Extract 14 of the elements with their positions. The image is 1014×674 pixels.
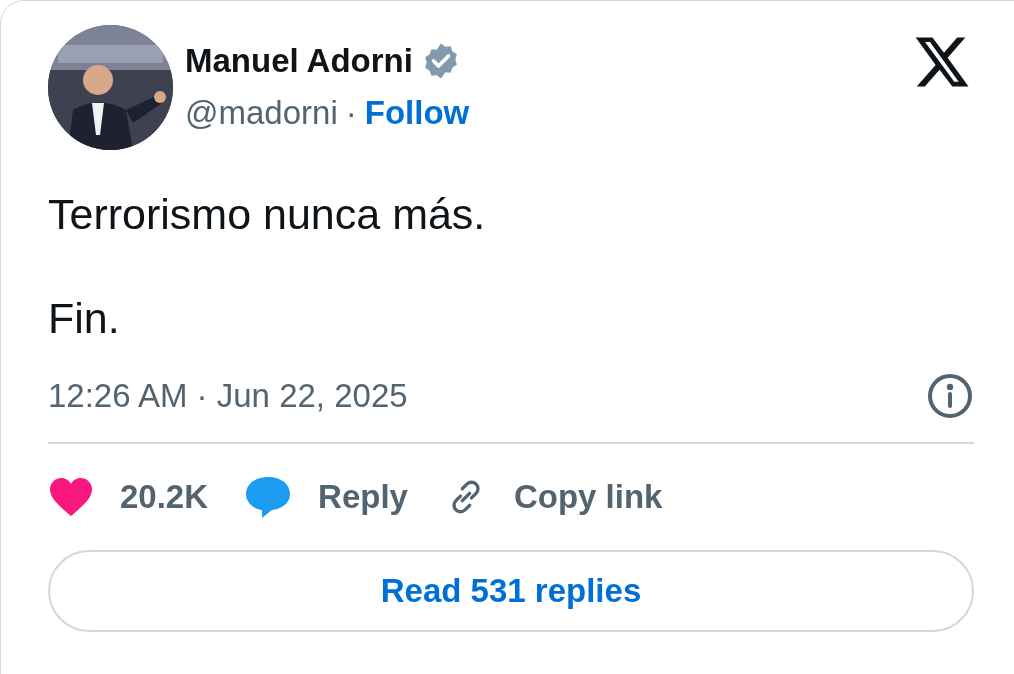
read-replies-button[interactable]: Read 531 replies xyxy=(48,549,974,632)
tweet-text: Terrorismo nunca más. xyxy=(48,189,487,240)
heart-icon xyxy=(48,475,94,518)
copy-action[interactable]: Copy link xyxy=(443,472,663,522)
tweet-text: Fin. xyxy=(48,293,121,344)
timestamp[interactable]: 12:26 AM · Jun 22, 2025 xyxy=(48,374,408,418)
info-icon[interactable] xyxy=(926,372,974,420)
follow-link[interactable]: Follow xyxy=(364,91,470,135)
author-handle[interactable]: @madorni xyxy=(185,91,338,135)
author-name[interactable]: Manuel Adorni xyxy=(185,39,413,83)
reply-action[interactable]: Reply xyxy=(244,472,408,522)
like-action[interactable]: 20.2K xyxy=(48,472,209,522)
separator: · xyxy=(345,93,357,133)
speech-bubble-icon xyxy=(244,474,293,519)
